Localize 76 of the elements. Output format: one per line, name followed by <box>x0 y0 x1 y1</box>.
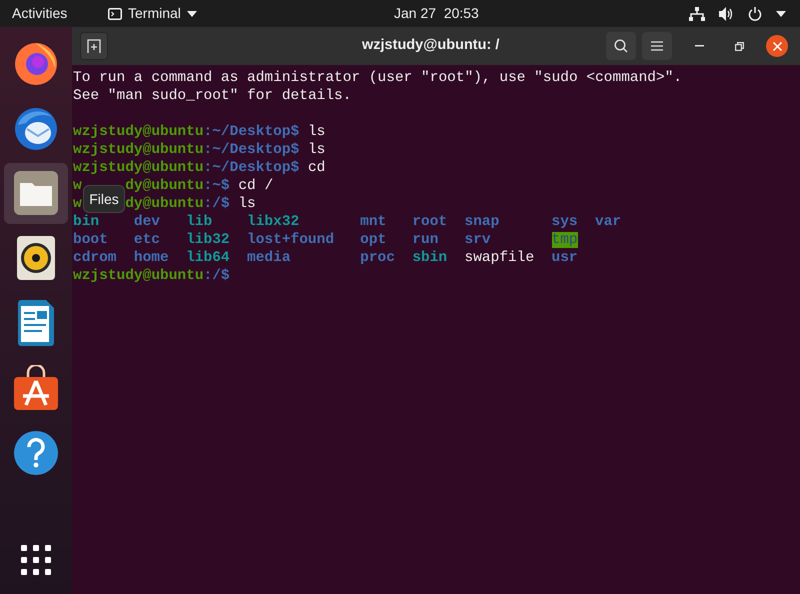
file-name: root <box>412 214 448 230</box>
prompt-path: :/$ <box>204 267 230 285</box>
window-title: wzjstudy@ubuntu: / <box>362 36 500 56</box>
file-name: tmp <box>552 232 578 248</box>
file-name: home <box>134 250 169 266</box>
activities-button[interactable]: Activities <box>12 3 100 24</box>
prompt-user: wzjstudy@ubuntu <box>73 123 204 141</box>
bird-mail-icon <box>12 105 60 152</box>
search-button[interactable] <box>606 32 636 60</box>
prompt-path: :~$ <box>204 177 230 195</box>
prompt-user: wzjstudy@ubuntu <box>73 267 204 285</box>
file-name: etc <box>134 232 160 248</box>
file-name: srv <box>464 232 491 248</box>
clock[interactable]: Jan 27 20:53 <box>394 3 479 24</box>
file-name: bin <box>73 214 100 230</box>
file-name: cdrom <box>73 250 117 266</box>
network-icon[interactable] <box>689 6 705 20</box>
command-text: ls <box>306 123 326 141</box>
file-name: lib64 <box>186 250 230 266</box>
command-text: ls <box>237 195 256 213</box>
new-tab-button[interactable] <box>80 32 108 60</box>
output-line: See "man sudo_root" for details. <box>73 87 352 105</box>
command-text: cd <box>306 159 326 177</box>
caret-icon <box>186 10 197 16</box>
tooltip: Files <box>83 185 125 213</box>
file-name: mnt <box>360 214 386 230</box>
close-button[interactable] <box>766 35 788 57</box>
prompt-user: dy@ubuntu <box>125 195 204 213</box>
prompt-user: w <box>73 195 82 213</box>
file-name: opt <box>360 232 386 248</box>
document-icon <box>18 300 54 346</box>
volume-icon[interactable] <box>719 6 734 20</box>
file-name: lib <box>186 214 212 230</box>
app-grid-icon <box>21 544 51 575</box>
speaker-icon <box>17 236 55 280</box>
shopping-bag-icon <box>13 364 59 411</box>
search-icon <box>614 39 628 53</box>
file-name: libx32 <box>247 214 300 230</box>
prompt-user: wzjstudy@ubuntu <box>73 159 204 177</box>
file-name: sbin <box>412 250 448 266</box>
prompt-path: :~/Desktop$ <box>204 159 300 177</box>
file-name: sys <box>552 214 578 230</box>
app-menu[interactable]: Terminal <box>108 3 197 24</box>
command-text: ls <box>306 141 326 159</box>
file-name: proc <box>360 250 395 266</box>
folder-icon <box>14 171 58 216</box>
file-name: dev <box>134 214 160 230</box>
file-name: media <box>247 250 291 266</box>
prompt-user: w <box>73 177 82 195</box>
prompt-user: dy@ubuntu <box>125 177 204 195</box>
command-text: cd / <box>237 177 274 195</box>
file-name: lost+found <box>247 232 334 248</box>
menu-icon <box>651 41 663 51</box>
file-name: usr <box>552 250 578 266</box>
menu-button[interactable] <box>642 32 672 60</box>
close-icon <box>772 42 782 50</box>
file-name: run <box>412 232 438 248</box>
prompt-path: :~/Desktop$ <box>204 141 300 159</box>
prompt-user: wzjstudy@ubuntu <box>73 141 204 159</box>
power-icon[interactable] <box>748 6 762 20</box>
restore-icon <box>734 42 744 50</box>
output-line: To run a command as administrator (user "root"), use "sudo <command>". <box>73 69 684 87</box>
firefox-icon <box>13 40 59 86</box>
file-name: swapfile <box>464 250 534 266</box>
prompt-path: :/$ <box>204 195 230 213</box>
dock-item[interactable] <box>4 162 68 224</box>
file-name: lib32 <box>186 232 230 248</box>
prompt-path: :~/Desktop$ <box>204 123 300 141</box>
terminal-icon <box>108 8 122 20</box>
help-icon <box>13 430 59 476</box>
file-name: var <box>595 214 622 230</box>
caret-icon[interactable] <box>776 10 786 16</box>
file-name: boot <box>73 232 108 248</box>
minimize-icon <box>694 45 704 47</box>
file-name: snap <box>464 214 500 230</box>
new-tab-icon <box>87 39 101 53</box>
